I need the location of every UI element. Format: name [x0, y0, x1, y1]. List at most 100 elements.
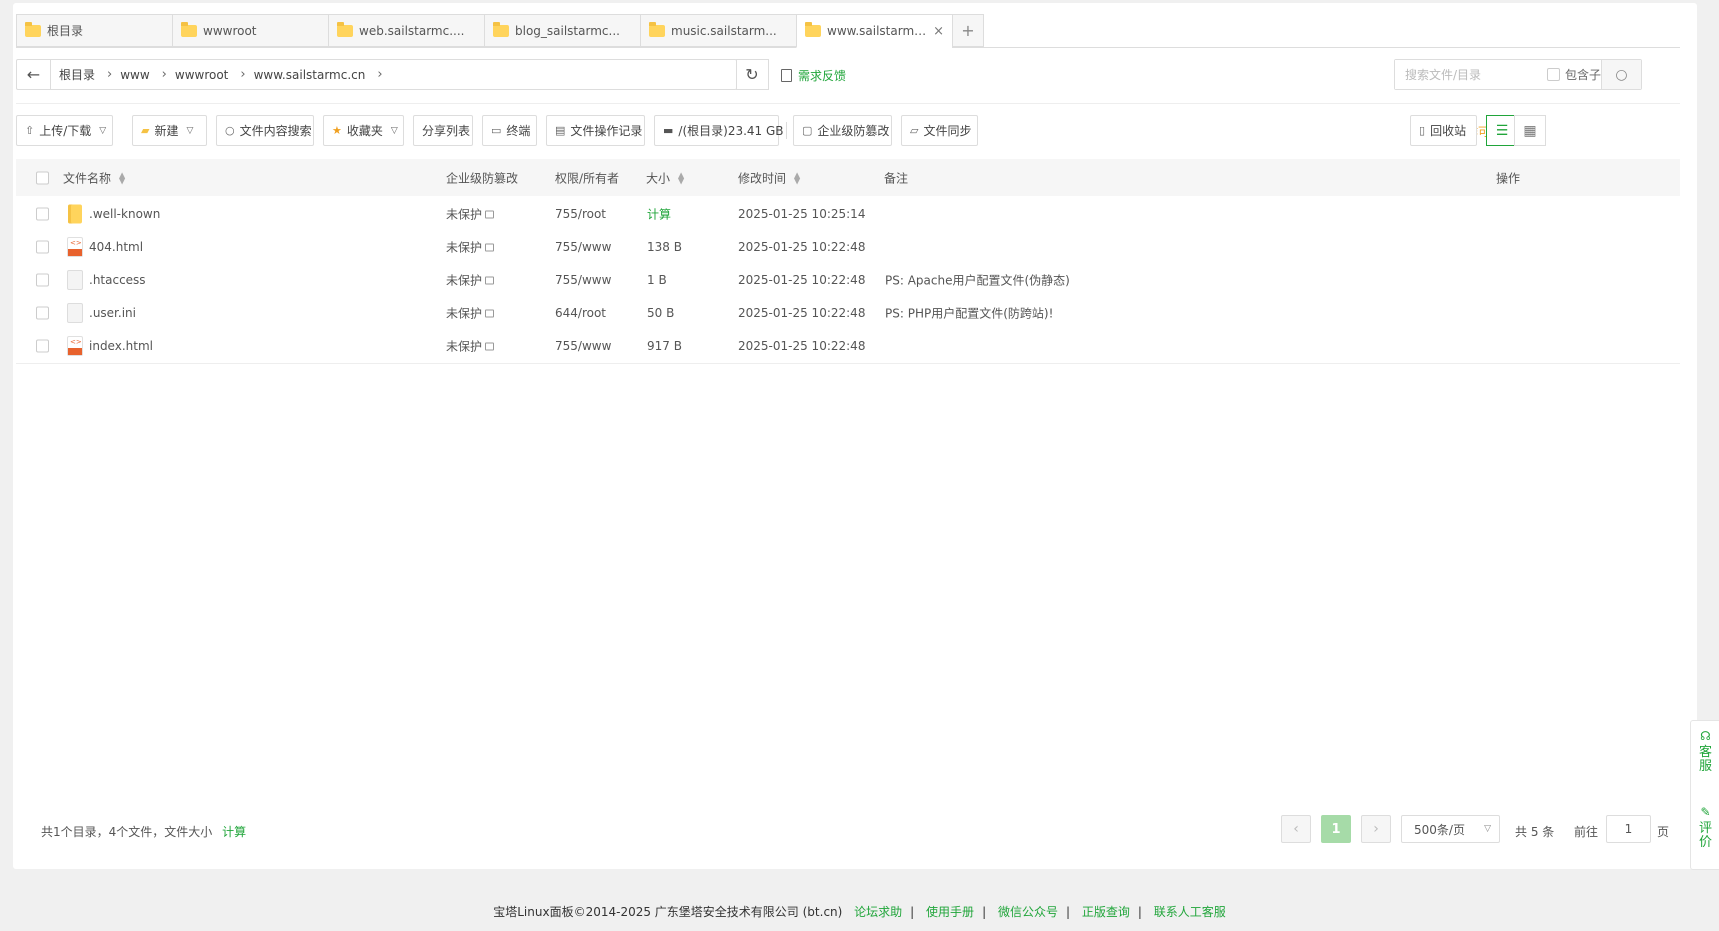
file-name[interactable]: .htaccess [89, 273, 146, 287]
table-row[interactable]: .user.ini 未保护 644/root 50 B 2025-01-25 1… [16, 295, 1680, 331]
separator: | [982, 905, 987, 919]
license-check-link[interactable]: 正版查询 [1082, 905, 1130, 919]
page-size-select[interactable]: 500条/页 ▽ [1401, 815, 1500, 843]
header-mtime[interactable]: 修改时间 ▲ ▼ [738, 169, 800, 186]
wechat-link[interactable]: 微信公众号 [998, 905, 1058, 919]
chevron-down-icon: ▽ [186, 125, 194, 136]
file-name[interactable]: index.html [89, 339, 153, 353]
permission[interactable]: 755/www [555, 273, 611, 287]
tab-wwwroot[interactable]: wwwroot [172, 14, 328, 47]
table-row[interactable]: index.html 未保护 755/www 917 B 2025-01-25 … [16, 328, 1680, 364]
lock-icon [485, 276, 495, 285]
select-all-checkbox[interactable] [36, 171, 49, 184]
breadcrumb-item[interactable]: www › [112, 67, 167, 82]
permission[interactable]: 755/root [555, 207, 606, 221]
tab-blog[interactable]: blog_sailstarmc... [484, 14, 640, 47]
prev-page-button[interactable]: ‹ [1281, 815, 1311, 843]
file-sync-button[interactable]: ▱ 文件同步 [901, 115, 978, 146]
table-row[interactable]: .well-known 未保护 755/root 计算 2025-01-25 1… [16, 196, 1680, 232]
calculate-total-link[interactable]: 计算 [222, 825, 246, 839]
row-checkbox[interactable] [36, 339, 49, 352]
grid-view-button[interactable]: ▦ [1514, 115, 1546, 146]
page-unit-label: 页 [1657, 825, 1670, 839]
forum-link[interactable]: 论坛求助 [854, 905, 902, 919]
permission[interactable]: 755/www [555, 240, 611, 254]
goto-page-input[interactable] [1606, 815, 1651, 843]
header-note: 备注 [884, 171, 909, 185]
note[interactable]: PS: PHP用户配置文件(防跨站)! [885, 304, 1053, 321]
breadcrumb-item[interactable]: wwwroot › [167, 67, 246, 82]
checkbox[interactable] [1547, 68, 1560, 81]
button-label: 文件内容搜索 [239, 124, 312, 138]
tab-web[interactable]: web.sailstarmc.... [328, 14, 484, 47]
protect-status[interactable]: 未保护 [446, 337, 495, 354]
file-size: 138 B [647, 239, 682, 254]
review-button[interactable]: ✎ 评 价 [1691, 805, 1719, 850]
add-tab-button[interactable]: + [952, 14, 984, 47]
row-checkbox[interactable] [36, 240, 49, 253]
upload-download-button[interactable]: ⇧ 上传/下载 ▽ [16, 115, 113, 146]
tab-root[interactable]: 根目录 [16, 14, 172, 47]
header-ops: 操作 [1496, 171, 1521, 185]
close-icon[interactable]: × [933, 24, 944, 39]
row-checkbox[interactable] [36, 273, 49, 286]
permission[interactable]: 755/www [555, 339, 611, 353]
button-label: 企业级防篡改 [817, 124, 890, 138]
protect-label: 未保护 [446, 273, 483, 287]
header-name[interactable]: 文件名称 ▲ ▼ [63, 169, 125, 186]
row-checkbox[interactable] [36, 207, 49, 220]
content-search-button[interactable]: ○ 文件内容搜索 [216, 115, 314, 146]
protect-status[interactable]: 未保护 [446, 238, 495, 255]
contact-support-link[interactable]: 联系人工客服 [1154, 905, 1226, 919]
terminal-button[interactable]: ▭ 终端 [482, 115, 537, 146]
recycle-bin-button[interactable]: ▯ 回收站 [1410, 115, 1477, 146]
permission[interactable]: 644/root [555, 306, 606, 320]
header-protect: 企业级防篡改 [446, 171, 519, 185]
tamper-protection-button[interactable]: ▢ 企业级防篡改 [793, 115, 892, 146]
refresh-button[interactable]: ↻ [736, 59, 769, 90]
search-input[interactable] [1395, 60, 1545, 89]
tab-www-active[interactable]: www.sailstarmc... × [796, 14, 952, 48]
file-name[interactable]: .user.ini [89, 306, 136, 320]
next-page-button[interactable]: › [1361, 815, 1391, 843]
protect-label: 未保护 [446, 306, 483, 320]
breadcrumb-item[interactable]: 根目录 › [51, 66, 112, 83]
search-icon: ○ [1615, 66, 1628, 83]
new-button[interactable]: ▰ 新建 ▽ [132, 115, 207, 146]
tab-music[interactable]: music.sailstarm... [640, 14, 796, 47]
breadcrumb-item[interactable]: www.sailstarmc.cn › [246, 67, 383, 82]
calculate-size-link[interactable]: 计算 [647, 205, 671, 222]
table-row[interactable]: .htaccess 未保护 755/www 1 B 2025-01-25 10:… [16, 262, 1680, 298]
header-name-label: 文件名称 [63, 171, 112, 185]
feedback-link[interactable]: 需求反馈 [781, 67, 846, 84]
protect-status[interactable]: 未保护 [446, 304, 495, 321]
favorites-button[interactable]: ★ 收藏夹 ▽ [323, 115, 404, 146]
protect-status[interactable]: 未保护 [446, 271, 495, 288]
disk-icon: ▬ [663, 124, 674, 137]
manual-link[interactable]: 使用手册 [926, 905, 974, 919]
text-file-icon [67, 302, 83, 323]
protect-status[interactable]: 未保护 [446, 205, 495, 222]
disk-button[interactable]: ▬ /(根目录)23.41 GB [654, 115, 784, 146]
separator: | [1065, 905, 1070, 919]
row-checkbox[interactable] [36, 306, 49, 319]
table-row[interactable]: 404.html 未保护 755/www 138 B 2025-01-25 10… [16, 229, 1680, 265]
trash-icon: ▯ [1419, 124, 1426, 137]
folder-icon [68, 204, 82, 223]
tab-label: web.sailstarmc.... [359, 23, 465, 38]
tab-label: blog_sailstarmc... [515, 23, 620, 38]
search-button[interactable]: ○ [1601, 60, 1641, 89]
operation-log-button[interactable]: ▤ 文件操作记录 [546, 115, 645, 146]
toolbar-divider [786, 122, 787, 139]
page-number-current[interactable]: 1 [1321, 815, 1351, 843]
folder-icon [25, 21, 41, 37]
service-char: 客 [1698, 745, 1712, 760]
back-arrow-icon[interactable]: ← [17, 60, 51, 89]
header-size[interactable]: 大小 ▲ ▼ [646, 169, 684, 186]
note[interactable]: PS: Apache用户配置文件(伪静态) [885, 271, 1070, 288]
file-name[interactable]: 404.html [89, 240, 143, 254]
customer-service-button[interactable]: ☊ 客 服 [1691, 729, 1719, 774]
lock-icon [485, 210, 495, 219]
file-name[interactable]: .well-known [89, 207, 160, 221]
share-list-button[interactable]: 分享列表 [413, 115, 473, 146]
